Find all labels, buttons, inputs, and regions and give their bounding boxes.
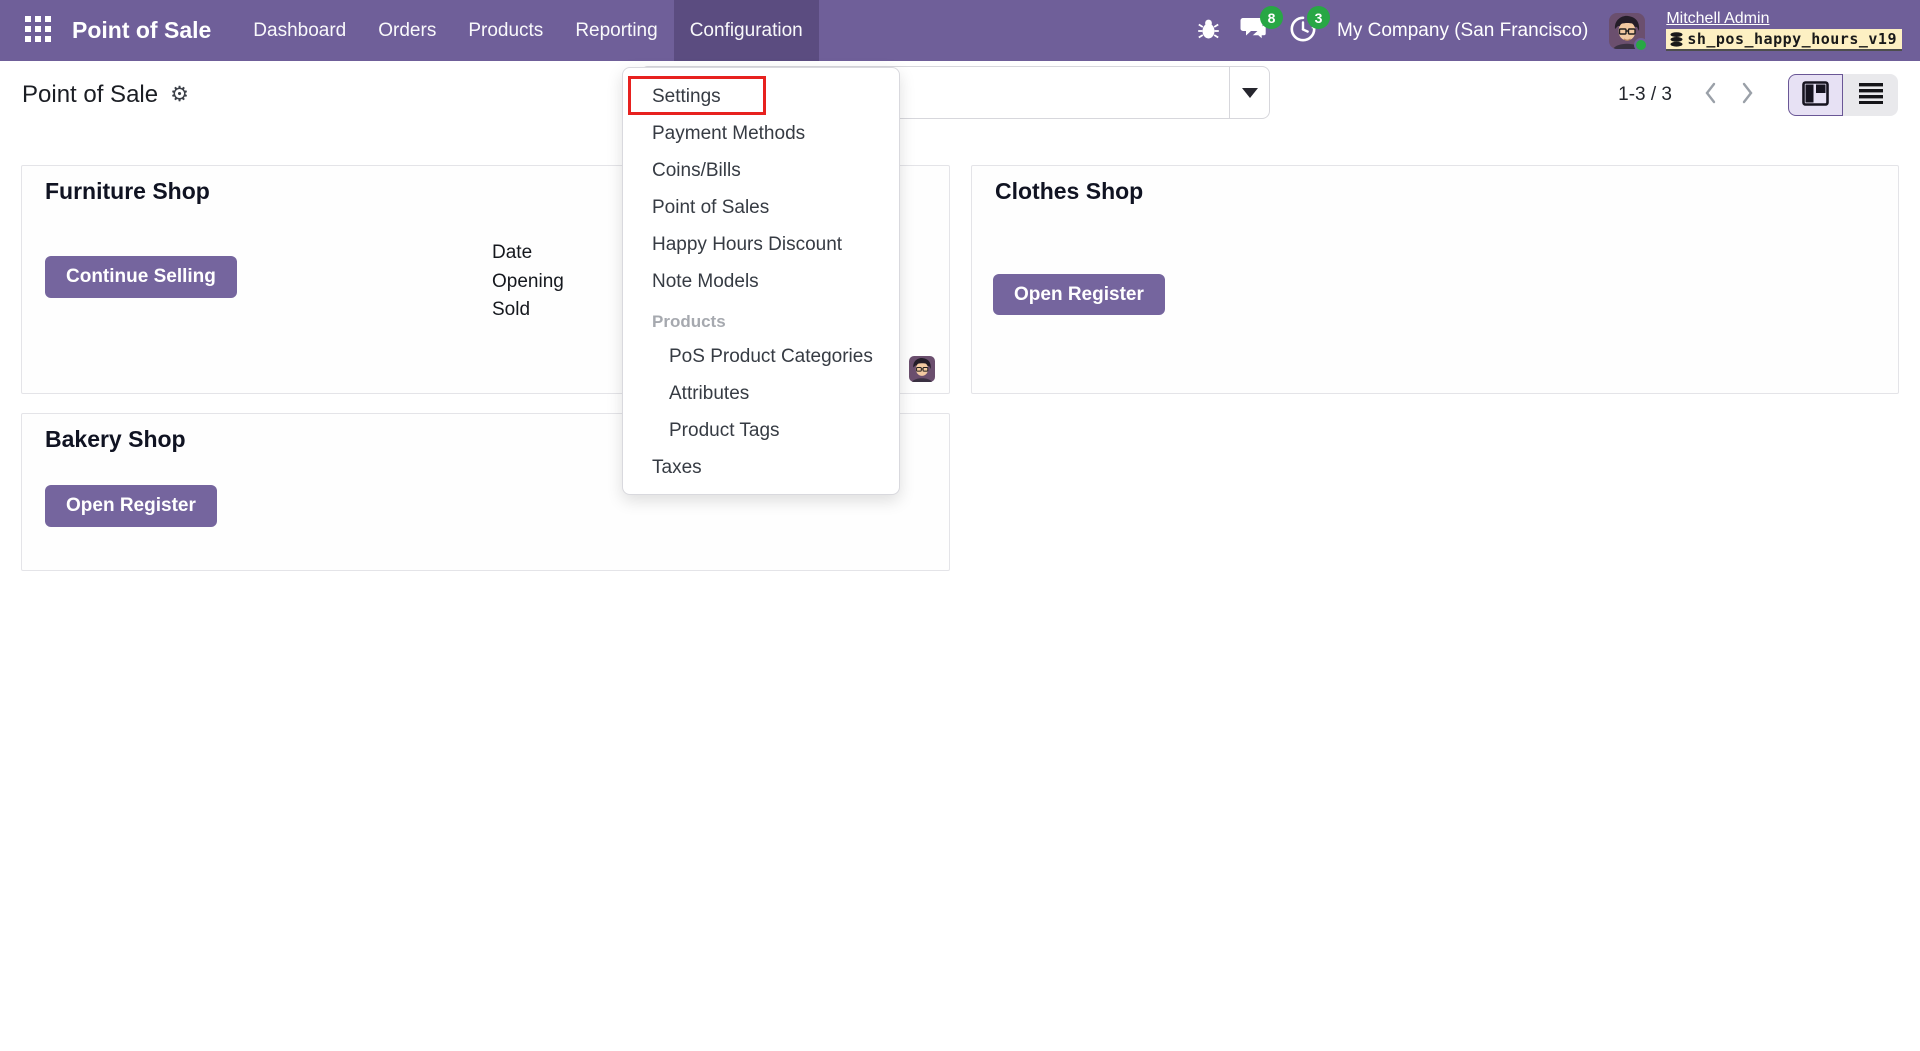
user-name[interactable]: Mitchell Admin [1666,10,1769,28]
menu-section-products: Products [623,306,899,338]
navbar-left: Point of Sale Dashboard Orders Products … [0,0,819,61]
nav-item-products[interactable]: Products [452,0,559,61]
page-title: Point of Sale [22,81,158,109]
gear-icon[interactable]: ⚙ [170,84,189,105]
menu-item-happy-hours-discount[interactable]: Happy Hours Discount [623,226,899,263]
user-avatar[interactable] [1609,13,1645,49]
menu-item-payment-methods[interactable]: Payment Methods [623,115,899,152]
search-options-toggle[interactable] [1229,67,1269,118]
activities-button[interactable]: 3 [1290,16,1316,45]
nav-item-dashboard[interactable]: Dashboard [237,0,362,61]
messages-button[interactable]: 8 [1240,16,1269,45]
caret-down-icon [1242,88,1258,98]
chevron-right-icon [1741,81,1754,108]
menu-item-pos-product-categories[interactable]: PoS Product Categories [623,338,899,375]
open-register-button[interactable]: Open Register [993,274,1165,315]
menu-item-point-of-sales[interactable]: Point of Sales [623,189,899,226]
pager-next-button[interactable] [1729,75,1766,114]
card-title: Furniture Shop [45,178,210,205]
company-switcher[interactable]: My Company (San Francisco) [1337,20,1588,42]
pager-value: 1-3 / 3 [1618,84,1672,106]
nav-item-reporting[interactable]: Reporting [559,0,673,61]
apps-grid-icon [25,16,51,45]
database-icon [1670,32,1683,47]
nav-item-configuration[interactable]: Configuration [674,0,819,61]
menu-item-coins-bills[interactable]: Coins/Bills [623,152,899,189]
debug-button[interactable] [1198,18,1219,43]
card-fields: Date Opening Sold [492,239,564,325]
menu-item-note-models[interactable]: Note Models [623,263,899,300]
card-title: Bakery Shop [45,426,186,453]
view-switcher [1788,74,1898,116]
breadcrumb: Point of Sale ⚙ [22,81,189,109]
field-label-opening: Opening [492,268,564,297]
top-navbar: Point of Sale Dashboard Orders Products … [0,0,1920,61]
odoo-app-window: Point of Sale Dashboard Orders Products … [0,0,1920,1051]
database-badge: sh_pos_happy_hours_v19 [1666,29,1902,51]
online-status-dot [1634,38,1648,52]
menu-item-product-tags[interactable]: Product Tags [623,412,899,449]
apps-menu-button[interactable] [16,0,60,61]
menu-item-settings[interactable]: Settings [623,78,899,115]
configuration-dropdown-menu: Settings Payment Methods Coins/Bills Poi… [622,67,900,495]
bug-icon [1198,18,1219,43]
field-label-date: Date [492,239,564,268]
chevron-left-icon [1704,81,1717,108]
activities-count-badge: 3 [1307,6,1330,29]
navbar-systray: 8 3 My Company (San Francisco) [1198,0,1920,61]
list-view-icon [1859,82,1883,107]
kanban-view-icon [1802,81,1829,109]
messages-count-badge: 8 [1260,6,1283,29]
list-view-button[interactable] [1843,74,1898,116]
menu-item-taxes[interactable]: Taxes [623,449,899,486]
nav-item-orders[interactable]: Orders [362,0,452,61]
pager-previous-button[interactable] [1692,75,1729,114]
continue-selling-button[interactable]: Continue Selling [45,256,237,298]
field-label-sold: Sold [492,296,564,325]
card-title: Clothes Shop [995,178,1143,205]
pager-and-views: 1-3 / 3 [1618,74,1898,116]
responsible-avatar[interactable] [909,356,935,382]
menu-item-attributes[interactable]: Attributes [623,375,899,412]
app-brand[interactable]: Point of Sale [72,17,211,44]
kanban-card-clothes-shop[interactable]: Clothes Shop Open Register [971,165,1899,394]
kanban-view-button[interactable] [1788,74,1843,116]
database-name: sh_pos_happy_hours_v19 [1687,30,1897,49]
user-menu[interactable]: Mitchell Admin sh_pos_happy_hours_v19 [1666,10,1902,51]
open-register-button[interactable]: Open Register [45,485,217,527]
